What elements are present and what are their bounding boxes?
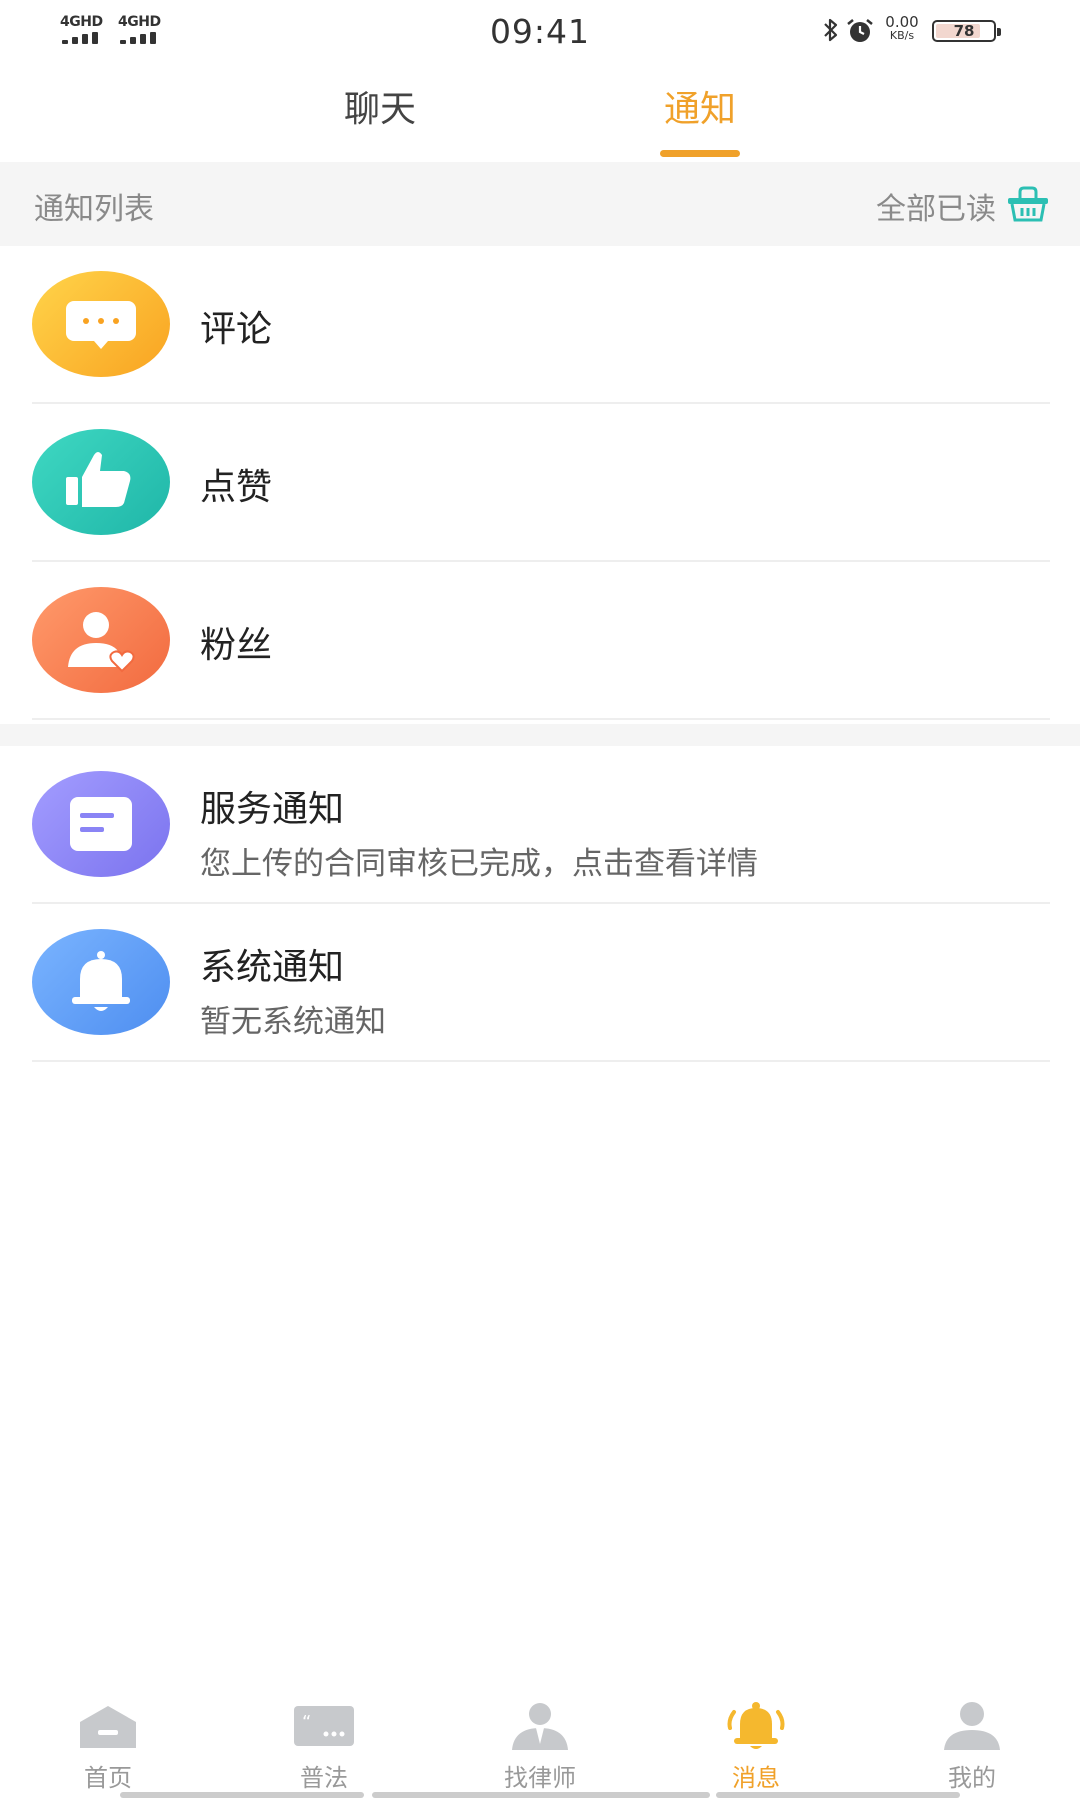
status-bar: 4GHD 4GHD 09:41 0.00 KB/s 78 <box>0 0 1080 62</box>
svg-text:“: “ <box>302 1712 311 1733</box>
row-title: 系统通知 <box>200 947 345 988</box>
system-gesture-bar <box>372 1792 710 1798</box>
nav-label: 消息 <box>732 1764 780 1792</box>
top-tabs: 聊天 通知 <box>0 80 1080 160</box>
list-title: 通知列表 <box>34 192 154 227</box>
system-gesture-bar <box>716 1792 960 1798</box>
nav-messages[interactable]: 消息 <box>696 1700 816 1792</box>
bell-icon <box>32 929 170 1035</box>
bell-icon <box>727 1702 785 1749</box>
mark-all-read-label: 全部已读 <box>876 192 996 227</box>
nav-label: 我的 <box>948 1764 996 1792</box>
quote-icon: “ <box>294 1706 354 1746</box>
mark-all-read-button[interactable]: 全部已读 <box>830 182 1050 227</box>
nav-find-lawyer[interactable]: 找律师 <box>480 1700 600 1792</box>
row-title: 服务通知 <box>200 789 345 830</box>
row-title: 评论 <box>200 309 273 350</box>
nav-home[interactable]: 首页 <box>48 1700 168 1792</box>
tab-notifications[interactable]: 通知 <box>620 80 780 132</box>
nav-label: 找律师 <box>504 1764 576 1792</box>
nav-profile[interactable]: 我的 <box>912 1700 1032 1792</box>
row-description: 暂无系统通知 <box>200 1004 386 1040</box>
notification-row-service[interactable]: 服务通知 您上传的合同审核已完成，点击查看详情 <box>0 746 1080 904</box>
comment-icon <box>32 271 170 377</box>
profile-icon <box>944 1702 1000 1750</box>
battery-level: 78 <box>953 22 975 40</box>
fans-icon <box>32 587 170 693</box>
basket-icon <box>1008 186 1048 222</box>
net-speed: 0.00 KB/s <box>880 13 924 43</box>
notification-row-likes[interactable]: 点赞 <box>0 404 1080 562</box>
active-tab-indicator <box>660 150 740 157</box>
thumbs-up-icon <box>32 429 170 535</box>
notification-list-header: 通知列表 全部已读 <box>0 162 1080 246</box>
message-icon <box>32 771 170 877</box>
lawyer-icon <box>512 1703 568 1750</box>
bluetooth-icon <box>824 18 838 42</box>
nav-label: 首页 <box>84 1764 132 1792</box>
section-divider <box>0 724 1080 746</box>
home-icon <box>80 1706 136 1748</box>
notification-row-comments[interactable]: 评论 <box>0 246 1080 404</box>
notification-row-fans[interactable]: 粉丝 <box>0 562 1080 720</box>
nav-label: 普法 <box>300 1764 348 1792</box>
nav-legal[interactable]: “ 普法 <box>264 1700 384 1792</box>
battery-icon: 78 <box>932 20 1001 42</box>
tab-chat[interactable]: 聊天 <box>300 80 460 132</box>
notification-row-system[interactable]: 系统通知 暂无系统通知 <box>0 904 1080 1062</box>
row-title: 粉丝 <box>200 625 273 666</box>
system-gesture-bar <box>120 1792 364 1798</box>
alarm-icon <box>847 19 873 42</box>
net-speed-value: 0.00 <box>885 13 919 31</box>
bottom-navigation: 首页 “ 普法 找律师 消息 我的 <box>0 1690 1080 1800</box>
row-description: 您上传的合同审核已完成，点击查看详情 <box>200 846 758 882</box>
row-title: 点赞 <box>200 467 273 508</box>
